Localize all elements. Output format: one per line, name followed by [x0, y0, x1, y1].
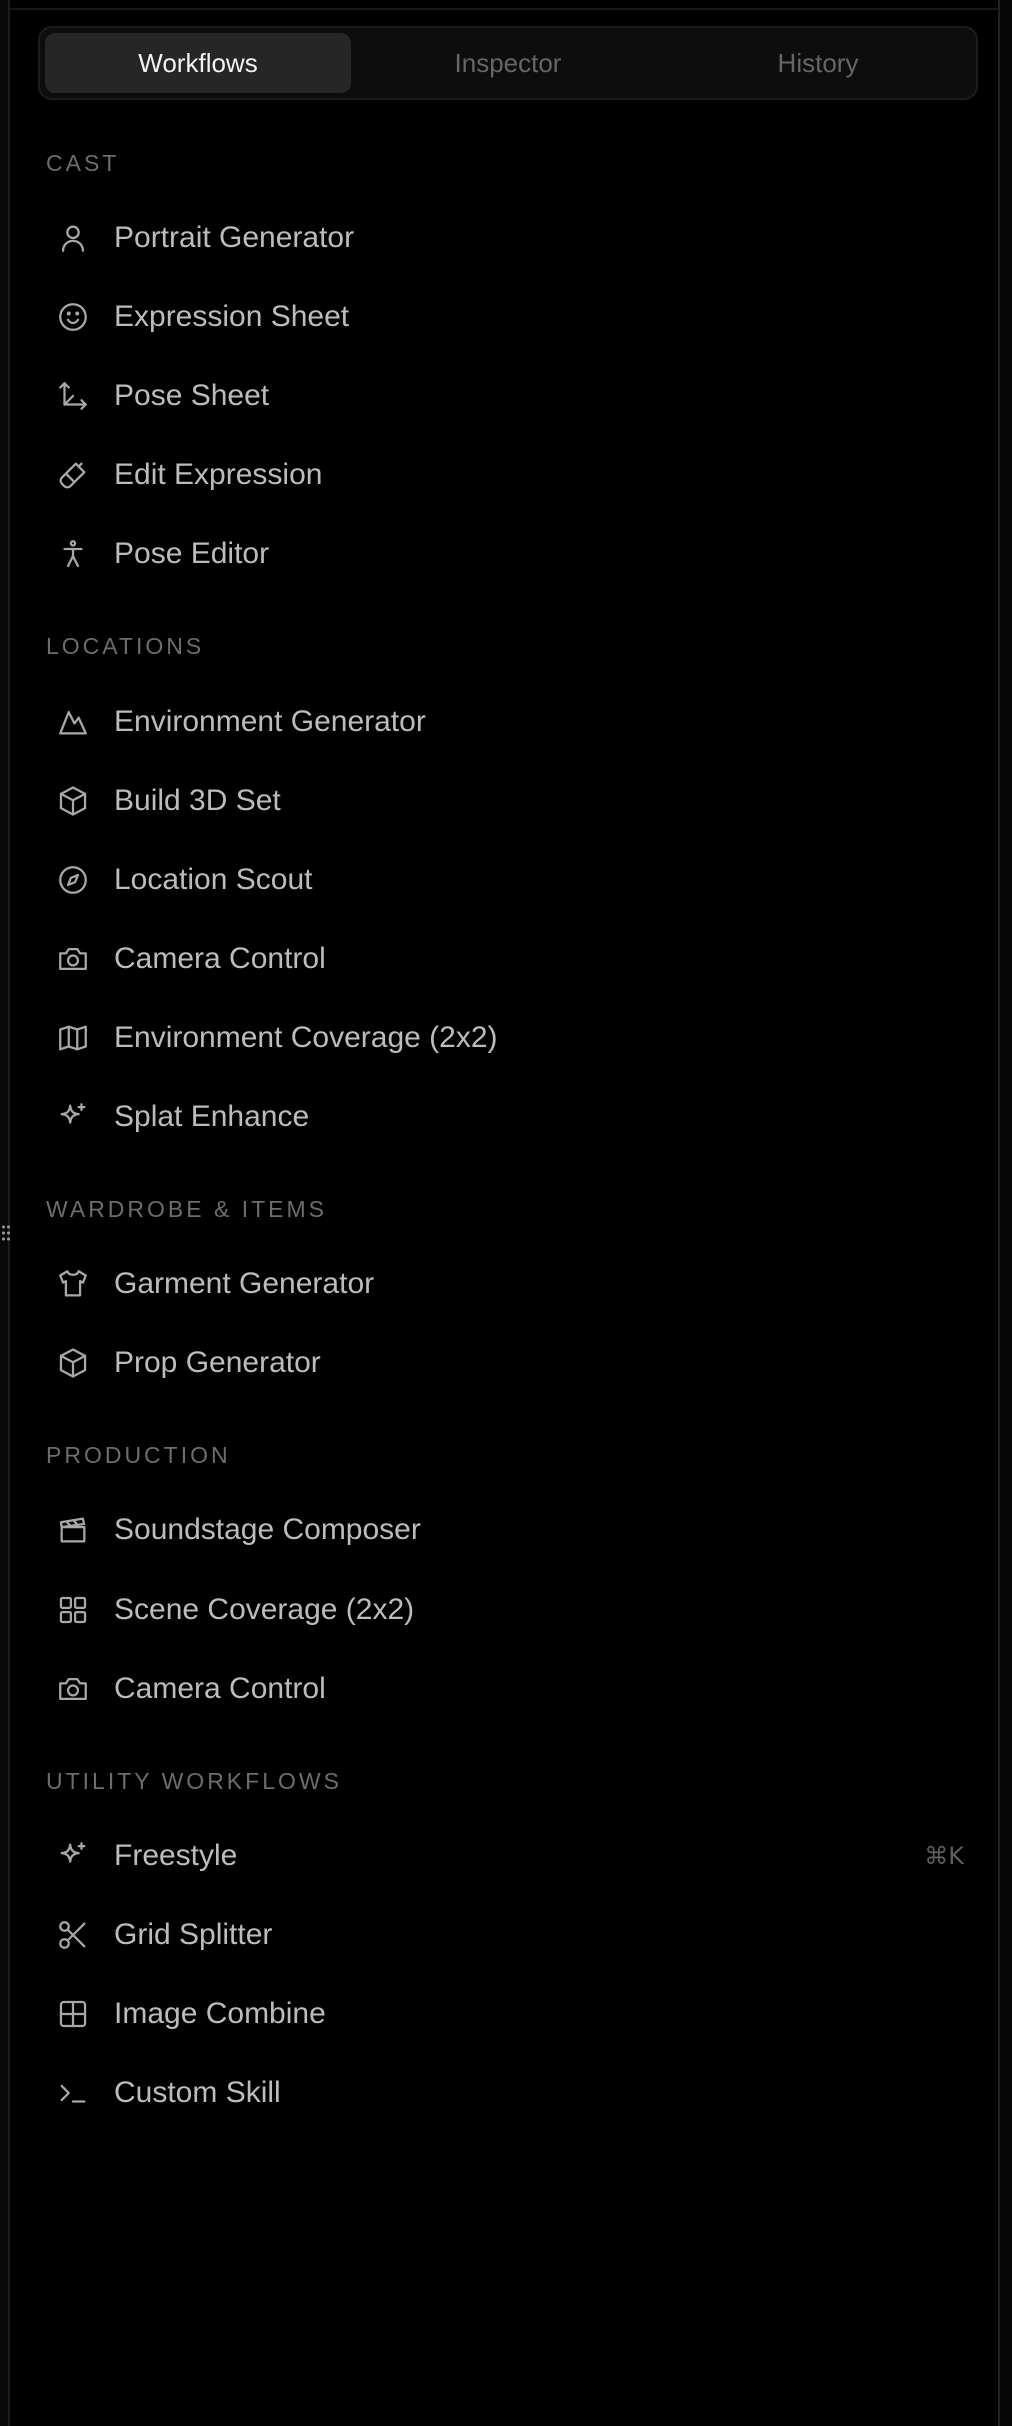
section-header-locations: LOCATIONS [46, 633, 205, 659]
section-header-production: PRODUCTION [46, 1442, 231, 1468]
workflow-item-label: Edit Expression [114, 458, 323, 491]
sparkles-icon [56, 1839, 90, 1873]
camera-icon [56, 1672, 90, 1706]
panel-tabs: Workflows Inspector History [38, 26, 978, 100]
workflow-item-label: Expression Sheet [114, 300, 350, 333]
shirt-icon [56, 1267, 90, 1301]
workflow-item-scene-coverage[interactable]: Scene Coverage (2x2) [56, 1580, 976, 1640]
workflow-item-label: Location Scout [114, 863, 313, 896]
brush-icon [56, 458, 90, 492]
workflow-item-location-scout[interactable]: Location Scout [56, 850, 976, 910]
workflow-item-label: Custom Skill [114, 2076, 281, 2109]
workflow-item-edit-expression[interactable]: Edit Expression [56, 445, 976, 505]
tab-workflows[interactable]: Workflows [45, 33, 351, 93]
workflow-item-garment-generator[interactable]: Garment Generator [56, 1254, 976, 1314]
workflow-item-label: Environment Generator [114, 705, 426, 738]
section-header-cast: CAST [46, 150, 120, 176]
box-icon [56, 1346, 90, 1380]
workflow-item-label: Soundstage Composer [114, 1513, 421, 1546]
right-panel-border [998, 0, 1012, 2426]
workflow-item-label: Prop Generator [114, 1346, 321, 1379]
axis-arrow-icon [56, 379, 90, 413]
workflow-item-label: Camera Control [114, 1672, 326, 1705]
compass-icon [56, 863, 90, 897]
workflow-item-portrait-generator[interactable]: Portrait Generator [56, 208, 976, 268]
workflow-item-soundstage-composer[interactable]: Soundstage Composer [56, 1500, 976, 1560]
mountain-icon [56, 705, 90, 739]
scissors-icon [56, 1918, 90, 1952]
workflow-item-label: Garment Generator [114, 1267, 375, 1300]
workflow-item-environment-coverage[interactable]: Environment Coverage (2x2) [56, 1008, 976, 1068]
workflow-item-label: Environment Coverage (2x2) [114, 1021, 498, 1054]
keyboard-shortcut: ⌘K [924, 1842, 964, 1870]
workflow-item-freestyle[interactable]: Freestyle ⌘K [56, 1826, 976, 1886]
workflow-item-label: Freestyle [114, 1839, 238, 1872]
map-icon [56, 1021, 90, 1055]
sparkles-icon [56, 1100, 90, 1134]
workflow-item-label: Pose Editor [114, 537, 270, 570]
box-icon [56, 784, 90, 818]
layout-grid-icon [56, 1997, 90, 2031]
camera-icon [56, 942, 90, 976]
workflow-item-label: Grid Splitter [114, 1918, 273, 1951]
workflow-item-camera-control[interactable]: Camera Control [56, 929, 976, 989]
clapperboard-icon [56, 1513, 90, 1547]
workflow-item-label: Scene Coverage (2x2) [114, 1593, 415, 1626]
workflow-item-camera-control-production[interactable]: Camera Control [56, 1659, 976, 1719]
workflow-item-environment-generator[interactable]: Environment Generator [56, 692, 976, 752]
workflow-item-pose-sheet[interactable]: Pose Sheet [56, 366, 976, 426]
terminal-icon [56, 2076, 90, 2110]
workflow-item-image-combine[interactable]: Image Combine [56, 1984, 976, 2044]
person-standing-icon [56, 537, 90, 571]
tab-history[interactable]: History [665, 33, 971, 93]
workflow-item-label: Portrait Generator [114, 221, 355, 254]
section-header-wardrobe: WARDROBE & ITEMS [46, 1196, 327, 1222]
workflow-item-grid-splitter[interactable]: Grid Splitter [56, 1905, 976, 1965]
smile-icon [56, 300, 90, 334]
workflow-item-prop-generator[interactable]: Prop Generator [56, 1333, 976, 1393]
section-header-utility: UTILITY WORKFLOWS [46, 1768, 342, 1794]
workflow-item-expression-sheet[interactable]: Expression Sheet [56, 287, 976, 347]
workflow-item-pose-editor[interactable]: Pose Editor [56, 524, 976, 584]
workflows-panel: Workflows Inspector History CAST Portrai… [10, 0, 998, 2426]
workflow-item-label: Camera Control [114, 942, 326, 975]
left-panel-border [0, 0, 10, 2426]
grid-2x2-icon [56, 1593, 90, 1627]
workflow-item-label: Pose Sheet [114, 379, 270, 412]
user-icon [56, 221, 90, 255]
workflow-item-label: Build 3D Set [114, 784, 281, 817]
workflow-item-label: Image Combine [114, 1997, 326, 2030]
workflow-item-label: Splat Enhance [114, 1100, 310, 1133]
workflow-item-custom-skill[interactable]: Custom Skill [56, 2063, 976, 2123]
workflow-item-splat-enhance[interactable]: Splat Enhance [56, 1087, 976, 1147]
tab-inspector[interactable]: Inspector [355, 33, 661, 93]
workflow-item-build-3d-set[interactable]: Build 3D Set [56, 771, 976, 831]
